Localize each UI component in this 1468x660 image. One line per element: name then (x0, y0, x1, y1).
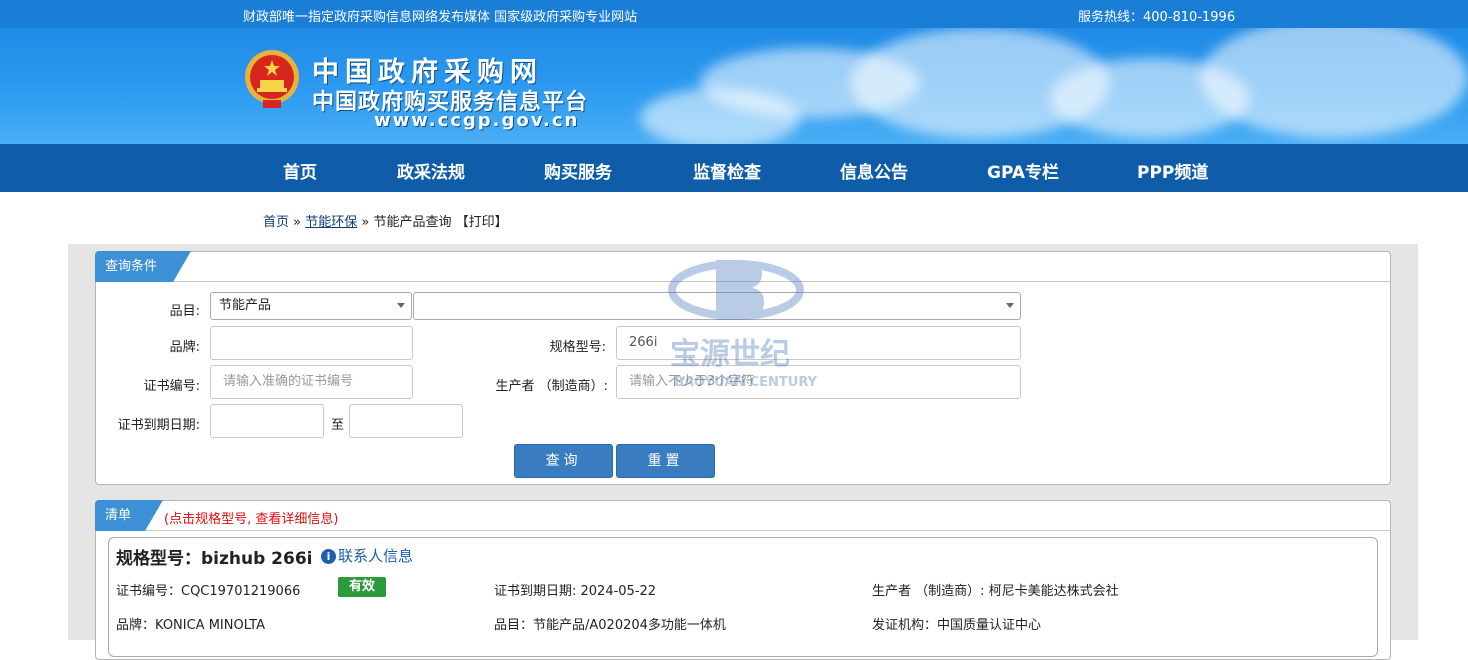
national-emblem-icon (245, 50, 299, 108)
result-issuer: 发证机构：中国质量认证中心 (872, 618, 1042, 633)
result-producer: 生产者 （制造商）: 柯尼卡美能达株式会社 (872, 584, 1119, 599)
subcategory-select[interactable] (413, 292, 1021, 320)
category-select[interactable]: 节能产品 (210, 292, 412, 320)
results-hint: (点击规格型号, 查看详细信息) (164, 512, 339, 527)
brand-label: 品牌: (169, 340, 200, 355)
nav-item-gpa[interactable]: GPA专栏 (987, 158, 1059, 183)
query-panel-header: 查询条件 (95, 251, 1390, 282)
expiry-date-from-input[interactable] (210, 404, 324, 438)
nav-item-regulations[interactable]: 政采法规 (397, 158, 465, 183)
brand-input[interactable] (210, 326, 413, 360)
result-cert-number: 证书编号：CQC19701219066 (116, 584, 301, 599)
top-strip: 财政部唯一指定政府采购信息网络发布媒体 国家级政府采购专业网站 服务热线：400… (0, 0, 1468, 28)
cert-number-label: 证书编号: (143, 379, 200, 394)
results-tab: 清单 (95, 500, 163, 531)
producer-input[interactable]: 请输入不少于3个字符 (616, 365, 1021, 399)
cert-number-input[interactable]: 请输入准确的证书编号 (210, 365, 413, 399)
expiry-date-to-input[interactable] (349, 404, 463, 438)
breadcrumb-current: 节能产品查询 (373, 215, 452, 230)
result-model-title[interactable]: 规格型号：bizhub 266i (116, 544, 313, 569)
result-category: 品目：节能产品/A020204多功能一体机 (494, 618, 726, 633)
info-icon: i (321, 549, 336, 564)
model-input[interactable]: 266i (616, 326, 1021, 360)
result-expiry-date: 证书到期日期: 2024-05-22 (494, 584, 657, 599)
search-button[interactable]: 查询 (514, 444, 613, 478)
breadcrumb-separator: » (357, 215, 374, 230)
category-label: 品目: (169, 304, 200, 319)
cloud-decoration (640, 88, 800, 144)
cloud-decoration (1200, 28, 1468, 138)
site-logo-url: www.ccgp.gov.cn (374, 110, 580, 131)
chevron-down-icon (397, 303, 405, 308)
contact-info-link[interactable]: i 联系人信息 (321, 545, 413, 566)
producer-label: 生产者 （制造商）: (495, 379, 608, 394)
nav-item-ppp[interactable]: PPP频道 (1137, 158, 1208, 183)
main-nav: 首页 政采法规 购买服务 监督检查 信息公告 GPA专栏 PPP频道 (0, 144, 1468, 192)
date-range-to-label: 至 (330, 418, 344, 433)
contact-info-label: 联系人信息 (338, 547, 414, 565)
nav-item-home[interactable]: 首页 (283, 158, 317, 183)
model-label: 规格型号: (549, 340, 606, 355)
expiry-date-label: 证书到期日期: (117, 418, 200, 433)
nav-item-purchase-services[interactable]: 购买服务 (544, 158, 612, 183)
breadcrumb-section[interactable]: 节能环保 (305, 215, 357, 230)
service-hotline: 服务热线：400-810-1996 (1078, 10, 1236, 25)
status-badge: 有效 (338, 577, 386, 597)
category-select-value: 节能产品 (219, 298, 272, 313)
breadcrumb-home[interactable]: 首页 (263, 215, 289, 230)
result-brand: 品牌：KONICA MINOLTA (116, 618, 265, 633)
reset-button[interactable]: 重置 (616, 444, 715, 478)
breadcrumb-separator: » (289, 215, 306, 230)
site-slogan: 财政部唯一指定政府采购信息网络发布媒体 国家级政府采购专业网站 (243, 10, 638, 25)
nav-item-announcements[interactable]: 信息公告 (840, 158, 908, 183)
query-tab: 查询条件 (95, 251, 191, 282)
breadcrumb: 首页 » 节能环保 » 节能产品查询 【打印】 (263, 211, 508, 230)
chevron-down-icon (1006, 303, 1014, 308)
site-banner: 中国政府采购网 中国政府购买服务信息平台 www.ccgp.gov.cn (0, 28, 1468, 144)
nav-item-supervision[interactable]: 监督检查 (693, 158, 761, 183)
print-link[interactable]: 【打印】 (456, 215, 508, 230)
